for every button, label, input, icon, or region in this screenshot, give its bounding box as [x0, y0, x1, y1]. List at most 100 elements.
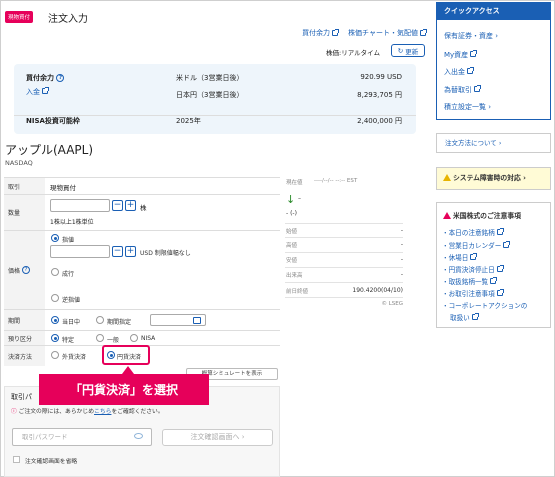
notice-item-corporate-action-cont[interactable]: 取扱い [450, 312, 479, 322]
chart-link[interactable]: 株価チャート・気配値 [348, 28, 427, 38]
chart-link-label: 株価チャート・気配値 [348, 29, 418, 37]
price-row: 価格? 指値 − + USD 制限値幅なし 成行 逆指値 [4, 231, 280, 310]
password-input[interactable]: 取引パスワード [12, 428, 152, 446]
jpy-currency: 日本円（3営業日後） [176, 91, 244, 99]
deposit-link[interactable]: 入金 [26, 87, 49, 97]
nisa-label: NISA投資可能枠 [26, 117, 80, 125]
system-failure-label: システム障害時の対応 [453, 174, 521, 182]
quantity-minus-button[interactable]: − [112, 200, 123, 211]
refresh-label: 更新 [405, 47, 419, 56]
high-label: 高値 [286, 243, 298, 249]
quick-item-savings[interactable]: 積立設定一覧 › [444, 102, 491, 112]
stop-radio[interactable] [51, 294, 59, 302]
quick-item-fx[interactable]: 為替取引 [444, 85, 482, 95]
trade-label: 取引 [4, 178, 45, 194]
refresh-button[interactable]: ↻ 更新 [391, 44, 425, 57]
note-link[interactable]: こちら [94, 409, 111, 415]
stock-exchange: NASDAQ [5, 159, 33, 167]
notice-item-watchlist[interactable]: ・本日の注意銘柄 [442, 227, 504, 237]
price-plus-button[interactable]: + [125, 246, 136, 257]
notice-item-yen-stop[interactable]: ・円貨決済停止日 [442, 264, 504, 274]
notice-item-listed[interactable]: ・取扱銘柄一覧 [442, 276, 498, 286]
divider [285, 282, 403, 283]
chevron-right-icon: › [523, 174, 526, 182]
custody-row: 預り区分 特定 一般 NISA [4, 331, 280, 346]
external-link-icon [503, 241, 511, 248]
order-method-label: 注文方法について [445, 139, 497, 147]
system-failure-link[interactable]: システム障害時の対応 › [436, 167, 551, 190]
notice-item-corporate-action[interactable]: ・コーポレートアクションの [442, 300, 527, 310]
nisa-radio[interactable] [130, 334, 138, 342]
quick-item-deposit[interactable]: 入出金 [444, 67, 475, 77]
notice-item-label: 取扱い [450, 314, 470, 322]
today-radio[interactable] [51, 316, 59, 324]
stock-name: アップル(AAPL) [5, 143, 94, 157]
period-spec-label: 期間指定 [107, 319, 132, 326]
trade-type-badge: 現物買付 [5, 11, 34, 23]
price-mode-label: 株価:リアルタイム [326, 49, 380, 57]
foreign-currency-label: 外貨決済 [62, 354, 87, 361]
highlight-box [102, 345, 150, 365]
limit-note: USD 制限値幅なし [140, 250, 191, 257]
divider [285, 223, 403, 224]
price-minus-button[interactable]: − [112, 246, 123, 257]
order-method-link[interactable]: 注文方法について › [436, 133, 551, 153]
notice-item-label: 休場日 [448, 254, 469, 262]
external-link-icon [420, 29, 427, 36]
quick-item-label: 保有証券・資産 [444, 32, 493, 40]
quantity-plus-button[interactable]: + [125, 200, 136, 211]
high-value: - [400, 241, 403, 248]
limit-price-input[interactable] [50, 245, 110, 258]
notice-item-holidays[interactable]: ・休場日 [442, 252, 478, 262]
current-price-value: – [298, 195, 301, 202]
calendar-icon[interactable] [193, 317, 201, 324]
price-label-cell: 価格? [4, 231, 45, 309]
help-icon[interactable]: ? [56, 74, 65, 82]
period-spec-radio[interactable] [96, 316, 104, 324]
low-label: 安値 [286, 258, 298, 264]
quantity-input[interactable] [50, 199, 110, 212]
page-title: 注文入力 [48, 14, 88, 25]
info-icon: ⓘ [11, 409, 17, 415]
open-value: - [400, 227, 403, 234]
open-label: 始値 [286, 229, 298, 235]
period-label: 期間 [4, 310, 45, 330]
notice-item-calendar[interactable]: ・営業日カレンダー [442, 240, 511, 250]
buying-power-link[interactable]: 買付余力 [302, 28, 340, 38]
refresh-icon: ↻ [397, 46, 404, 55]
notice-item-label: コーポレートアクションの [448, 302, 528, 310]
foreign-currency-radio[interactable] [51, 351, 59, 359]
skip-confirm-checkbox[interactable] [13, 456, 20, 463]
low-value: - [400, 256, 403, 263]
external-link-icon [496, 265, 504, 272]
quick-item-my-assets[interactable]: My資産 [444, 50, 478, 60]
note-suffix: をご確認ください。 [111, 409, 164, 415]
price-change: - (-) [286, 210, 297, 217]
quick-access-title: クイックアクセス [436, 2, 551, 20]
eye-icon[interactable] [134, 433, 143, 439]
volume-label: 出来高 [286, 273, 303, 279]
buying-power-link-label: 買付余力 [302, 29, 331, 37]
quantity-note: 1株以上1株単位 [50, 219, 94, 226]
limit-radio[interactable] [51, 234, 59, 242]
password-note: ⓘ ご注文の際には、あらかじめこちらをご確認ください。 [11, 406, 164, 415]
help-icon[interactable]: ? [22, 266, 31, 274]
deposit-label: 入金 [26, 88, 40, 96]
data-source: © LSEG [381, 301, 403, 307]
external-link-icon [496, 289, 504, 296]
notice-item-cautions[interactable]: ・お取引注意事項 [442, 288, 504, 298]
market-radio[interactable] [51, 268, 59, 276]
general-radio[interactable] [96, 334, 104, 342]
notice-item-label: 取扱銘柄一覧 [448, 278, 489, 286]
specific-radio[interactable] [51, 334, 59, 342]
custody-label: 預り区分 [4, 331, 45, 345]
prev-close-value: 190.4200(04/10) [352, 287, 403, 294]
notice-item-label: 本日の注意銘柄 [448, 229, 495, 237]
buying-power-heading: 買付余力 ? [26, 73, 65, 83]
external-link-icon [332, 29, 340, 36]
chevron-right-icon: › [495, 32, 499, 40]
quick-item-holdings[interactable]: 保有証券・資産 › [444, 31, 498, 41]
quick-item-label: 積立設定一覧 [444, 103, 486, 111]
confirm-order-button[interactable]: 注文確認画面へ › [162, 429, 273, 446]
nisa-amount: 2,400,000 円 [357, 117, 402, 125]
